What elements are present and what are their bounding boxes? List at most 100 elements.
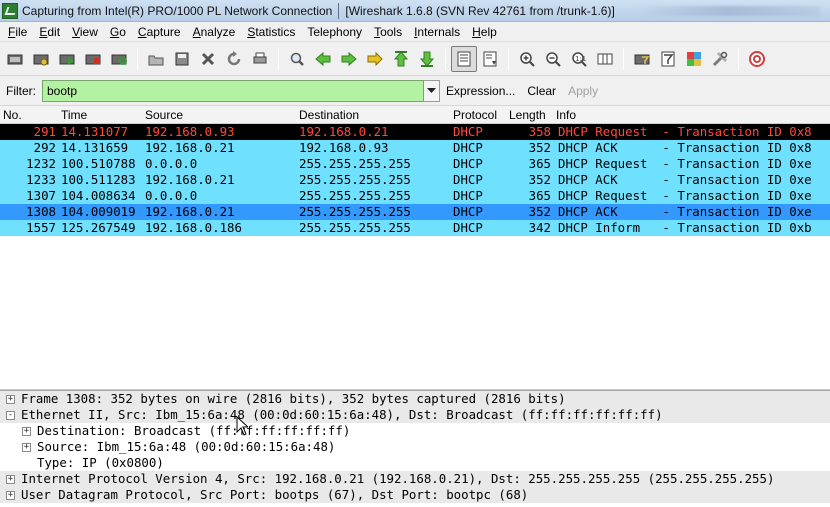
packet-time: 14.131659 — [61, 140, 129, 155]
menu-mnemonic: H — [472, 24, 481, 39]
zoom-out-button[interactable] — [540, 46, 566, 72]
packet-number: 1557 — [26, 220, 56, 235]
column-header-length[interactable]: Length — [509, 108, 546, 122]
apply-button[interactable]: Apply — [568, 84, 598, 98]
stop-capture-icon — [85, 54, 101, 64]
packet-info: DHCP Request - Transaction ID 0x8 — [558, 124, 812, 139]
expand-icon[interactable]: + — [22, 443, 31, 452]
packet-destination: 255.255.255.255 — [299, 188, 411, 203]
interfaces-button[interactable] — [2, 46, 28, 72]
expand-icon[interactable]: + — [6, 395, 15, 404]
clear-button[interactable]: Clear — [527, 84, 556, 98]
menu-label: elp — [480, 24, 497, 39]
packet-info: DHCP Request - Transaction ID 0xe — [558, 188, 812, 203]
packet-list-header: No. Time Source Destination Protocol Len… — [0, 106, 830, 124]
preferences-button[interactable] — [707, 46, 733, 72]
menu-label: ile — [15, 24, 28, 39]
menu-statistics[interactable]: Statistics — [241, 22, 301, 42]
toolbar-separator — [278, 47, 279, 70]
packet-row[interactable]: 1557 125.267549 192.168.0.186 255.255.255.2… — [0, 220, 830, 236]
packet-row[interactable]: 1307 104.008634 0.0.0.0 255.255.255.255 DHCP… — [0, 188, 830, 204]
detail-tree-row[interactable]: + Destination: Broadcast (ff:ff:ff:ff:ff:… — [0, 423, 830, 439]
print-button[interactable] — [247, 46, 273, 72]
menu-go[interactable]: Go — [104, 22, 132, 42]
column-header-time[interactable]: Time — [61, 108, 87, 122]
title-separator — [338, 2, 340, 19]
colorize-button[interactable] — [451, 45, 477, 72]
menu-edit[interactable]: Edit — [33, 22, 66, 42]
forward-button[interactable] — [336, 46, 362, 72]
wireshark-app-icon[interactable] — [2, 2, 18, 19]
menu-telephony[interactable]: Telephony — [301, 22, 368, 42]
menu-file[interactable]: File — [2, 22, 33, 42]
packet-row[interactable]: 292 14.131659 192.168.0.21 192.168.0.93 DHCP… — [0, 140, 830, 156]
save-button[interactable] — [169, 46, 195, 72]
display-filters-button[interactable] — [655, 46, 681, 72]
packet-info: DHCP Inform - Transaction ID 0xb — [558, 220, 812, 235]
menu-view[interactable]: View — [66, 22, 104, 42]
detail-tree-row[interactable]: - Ethernet II, Src: Ibm_15:6a:48 (00:0d:6… — [0, 407, 830, 423]
column-header-no[interactable]: No. — [3, 108, 22, 122]
packet-row[interactable]: 1233 100.511283 192.168.0.21 255.255.255.25… — [0, 172, 830, 188]
collapse-icon[interactable]: - — [6, 411, 15, 420]
filter-input[interactable] — [42, 79, 424, 102]
packet-row[interactable]: 291 14.131077 192.168.0.93 192.168.0.21 DHCP… — [0, 124, 830, 140]
expand-icon[interactable]: + — [22, 427, 31, 436]
detail-tree-label: User Datagram Protocol, Src Port: bootps… — [21, 487, 529, 502]
goto-button[interactable] — [362, 46, 388, 72]
first-packet-button[interactable] — [388, 46, 414, 72]
filter-dropdown-button[interactable] — [424, 79, 440, 102]
column-header-info[interactable]: Info — [556, 108, 576, 122]
menu-help[interactable]: Help — [466, 22, 503, 42]
detail-tree-row[interactable]: Type: IP (0x0800) — [0, 455, 830, 471]
menu-internals[interactable]: Internals — [408, 22, 466, 42]
packet-number: 1307 — [26, 188, 56, 203]
column-header-protocol[interactable]: Protocol — [453, 108, 497, 122]
detail-tree-row[interactable]: + Internet Protocol Version 4, Src: 192.1… — [0, 471, 830, 487]
packet-details-pane[interactable]: + Frame 1308: 352 bytes on wire (2816 bit… — [0, 390, 830, 507]
back-button[interactable] — [310, 46, 336, 72]
zoom-in-button[interactable] — [514, 46, 540, 72]
open-button[interactable] — [143, 46, 169, 72]
reload-icon — [227, 50, 241, 65]
start-capture-button[interactable] — [54, 46, 80, 72]
capture-filters-button[interactable] — [629, 46, 655, 72]
restart-capture-button[interactable] — [106, 46, 132, 72]
column-header-source[interactable]: Source — [145, 108, 183, 122]
packet-source: 192.168.0.93 — [145, 124, 235, 139]
menu-tools[interactable]: Tools — [368, 22, 408, 42]
column-header-destination[interactable]: Destination — [299, 108, 359, 122]
detail-tree-row[interactable]: + Source: Ibm_15:6a:48 (00:0d:60:15:6a:48… — [0, 439, 830, 455]
packet-row[interactable]: 1232 100.510788 0.0.0.0 255.255.255.255 DHCP… — [0, 156, 830, 172]
menu-label: iew — [79, 24, 98, 39]
detail-tree-row[interactable]: + User Datagram Protocol, Src Port: bootp… — [0, 487, 830, 503]
start-capture-icon — [59, 54, 75, 65]
menu-analyze[interactable]: Analyze — [187, 22, 242, 42]
reload-button[interactable] — [221, 46, 247, 72]
menu-label: dit — [47, 24, 61, 39]
resize-columns-button[interactable] — [592, 46, 618, 72]
last-packet-icon — [419, 51, 435, 67]
packet-row[interactable]: 1308 104.009019 192.168.0.21 255.255.255.25… — [0, 204, 830, 220]
filter-label: Filter: — [6, 83, 36, 98]
packet-protocol: DHCP — [453, 188, 483, 203]
expand-icon[interactable]: + — [6, 491, 15, 500]
detail-tree-row[interactable]: + Frame 1308: 352 bytes on wire (2816 bit… — [0, 391, 830, 407]
coloring-rules-button[interactable] — [681, 46, 707, 72]
packet-protocol: DHCP — [453, 124, 483, 139]
expand-icon[interactable]: + — [6, 475, 15, 484]
packet-source: 0.0.0.0 — [145, 156, 198, 171]
autoscroll-button[interactable] — [477, 46, 503, 72]
packet-number: 1233 — [26, 172, 56, 187]
menu-capture[interactable]: Capture — [132, 22, 187, 42]
stop-capture-button[interactable] — [80, 46, 106, 72]
expression-button[interactable]: Expression... — [446, 84, 515, 98]
help-button[interactable] — [744, 46, 770, 72]
packet-source: 0.0.0.0 — [145, 188, 198, 203]
packet-list[interactable]: No. Time Source Destination Protocol Len… — [0, 106, 830, 390]
last-packet-button[interactable] — [414, 46, 440, 72]
find-button[interactable] — [284, 46, 310, 72]
close-file-button[interactable] — [195, 46, 221, 72]
options-button[interactable] — [28, 46, 54, 72]
normal-size-button[interactable]: 1:1 — [566, 46, 592, 72]
